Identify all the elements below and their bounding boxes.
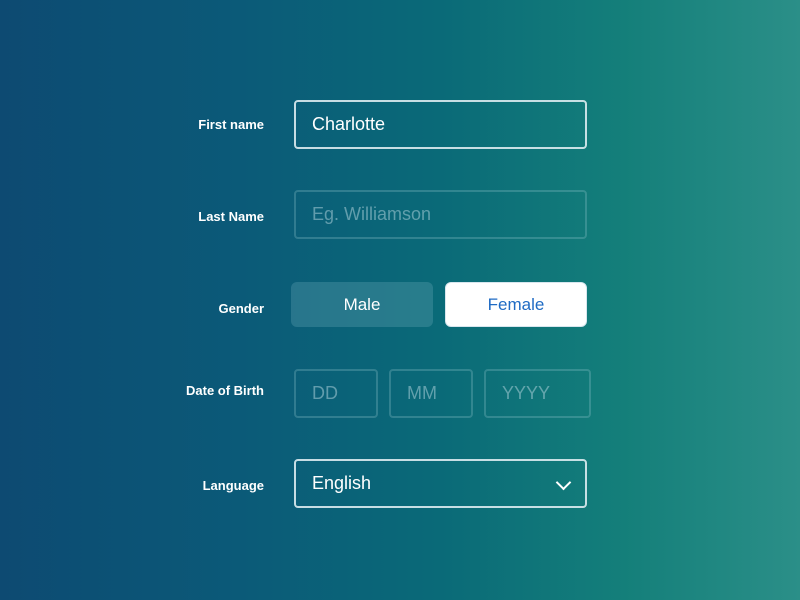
dob-label: Date of Birth bbox=[186, 383, 264, 398]
language-label: Language bbox=[202, 478, 264, 493]
gender-female-button[interactable]: Female bbox=[445, 282, 587, 327]
last-name-input[interactable]: Eg. Williamson bbox=[294, 190, 587, 239]
gender-male-button[interactable]: Male bbox=[291, 282, 433, 327]
first-name-label: First name bbox=[198, 117, 264, 132]
language-value: English bbox=[312, 473, 372, 493]
dob-year-input[interactable]: YYYY bbox=[484, 369, 591, 418]
dob-month-input[interactable]: MM bbox=[389, 369, 473, 418]
dob-day-input[interactable]: DD bbox=[294, 369, 378, 418]
language-select[interactable]: English bbox=[294, 459, 587, 508]
gender-label: Gender bbox=[218, 301, 264, 316]
chevron-down-icon[interactable] bbox=[555, 474, 572, 490]
last-name-label: Last Name bbox=[198, 209, 264, 224]
first-name-input[interactable]: Charlotte bbox=[294, 100, 587, 149]
